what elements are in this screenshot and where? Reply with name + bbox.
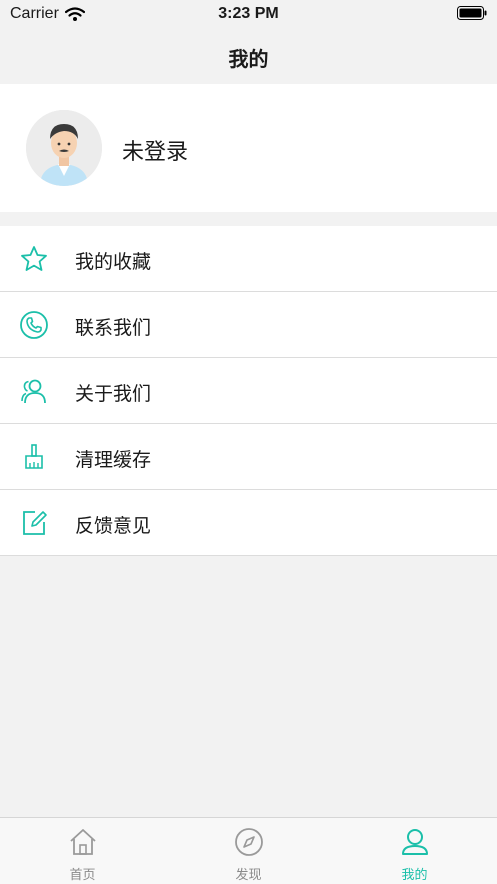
user-icon: [402, 829, 428, 855]
compass-icon: [235, 828, 263, 856]
tab-label: 首页: [69, 868, 96, 883]
tab-label: 我的: [401, 868, 428, 883]
menu-item-contact-us[interactable]: 联系我们: [0, 292, 497, 358]
star-icon: [21, 246, 47, 271]
status-time: 3:23 PM: [218, 5, 279, 22]
settings-menu: 我的收藏 联系我们 关于我们 清理缓存 反馈意见: [0, 226, 497, 556]
phone-icon: [20, 311, 48, 339]
broom-icon: [25, 444, 43, 469]
menu-item-label: 联系我们: [75, 317, 152, 339]
navigation-bar: 我的: [0, 28, 497, 84]
battery-icon: [457, 6, 487, 20]
tab-label: 发现: [235, 868, 262, 883]
tab-mine[interactable]: 我的: [332, 818, 497, 884]
default-avatar-icon: [26, 110, 102, 186]
menu-item-favorites[interactable]: 我的收藏: [0, 226, 497, 292]
home-icon: [70, 829, 96, 855]
tab-discover[interactable]: 发现: [166, 818, 331, 884]
menu-item-label: 我的收藏: [75, 251, 152, 273]
menu-item-label: 反馈意见: [75, 515, 152, 537]
page-title: 我的: [228, 47, 269, 71]
tab-home[interactable]: 首页: [0, 818, 165, 884]
menu-item-about-us[interactable]: 关于我们: [0, 358, 497, 424]
avatar[interactable]: [26, 110, 102, 186]
profile-card[interactable]: 未登录: [0, 84, 497, 212]
users-icon: [21, 379, 46, 404]
login-status-label[interactable]: 未登录: [122, 134, 188, 166]
menu-item-label: 清理缓存: [75, 449, 152, 471]
edit-icon: [23, 511, 47, 535]
menu-item-feedback[interactable]: 反馈意见: [0, 490, 497, 556]
menu-item-label: 关于我们: [75, 383, 152, 405]
menu-item-clear-cache[interactable]: 清理缓存: [0, 424, 497, 490]
tab-bar: 首页 发现 我的: [0, 817, 497, 884]
status-bar: Carrier 3:23 PM: [0, 0, 497, 28]
